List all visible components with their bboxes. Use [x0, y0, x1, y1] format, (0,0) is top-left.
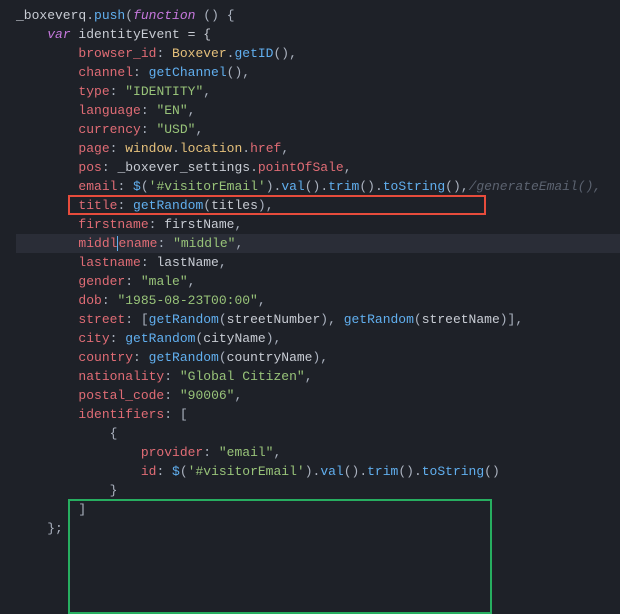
code-line: currency: "USD",	[16, 120, 620, 139]
code-line: dob: "1985-08-23T00:00",	[16, 291, 620, 310]
code-line: browser_id: Boxever.getID(),	[16, 44, 620, 63]
code-line: postal_code: "90006",	[16, 386, 620, 405]
code-line: }	[16, 481, 620, 500]
code-line: ]	[16, 500, 620, 519]
code-line: {	[16, 424, 620, 443]
code-line: lastname: lastName,	[16, 253, 620, 272]
code-line: channel: getChannel(),	[16, 63, 620, 82]
code-line: gender: "male",	[16, 272, 620, 291]
code-line: type: "IDENTITY",	[16, 82, 620, 101]
code-line: email: $('#visitorEmail').val().trim().t…	[16, 177, 620, 196]
code-line: pos: _boxever_settings.pointOfSale,	[16, 158, 620, 177]
code-line: };	[16, 519, 620, 538]
code-line: _boxeverq.push(function () {	[16, 6, 620, 25]
code-line: var identityEvent = {	[16, 25, 620, 44]
code-line: firstname: firstName,	[16, 215, 620, 234]
code-line-active: middlename: "middle",	[16, 234, 620, 253]
code-line: id: $('#visitorEmail').val().trim().toSt…	[16, 462, 620, 481]
code-line: language: "EN",	[16, 101, 620, 120]
code-line: nationality: "Global Citizen",	[16, 367, 620, 386]
code-line: identifiers: [	[16, 405, 620, 424]
code-line: city: getRandom(cityName),	[16, 329, 620, 348]
code-line: street: [getRandom(streetNumber), getRan…	[16, 310, 620, 329]
code-line: provider: "email",	[16, 443, 620, 462]
code-block: _boxeverq.push(function () { var identit…	[16, 6, 620, 538]
code-line: page: window.location.href,	[16, 139, 620, 158]
code-line: title: getRandom(titles),	[16, 196, 620, 215]
code-line: country: getRandom(countryName),	[16, 348, 620, 367]
